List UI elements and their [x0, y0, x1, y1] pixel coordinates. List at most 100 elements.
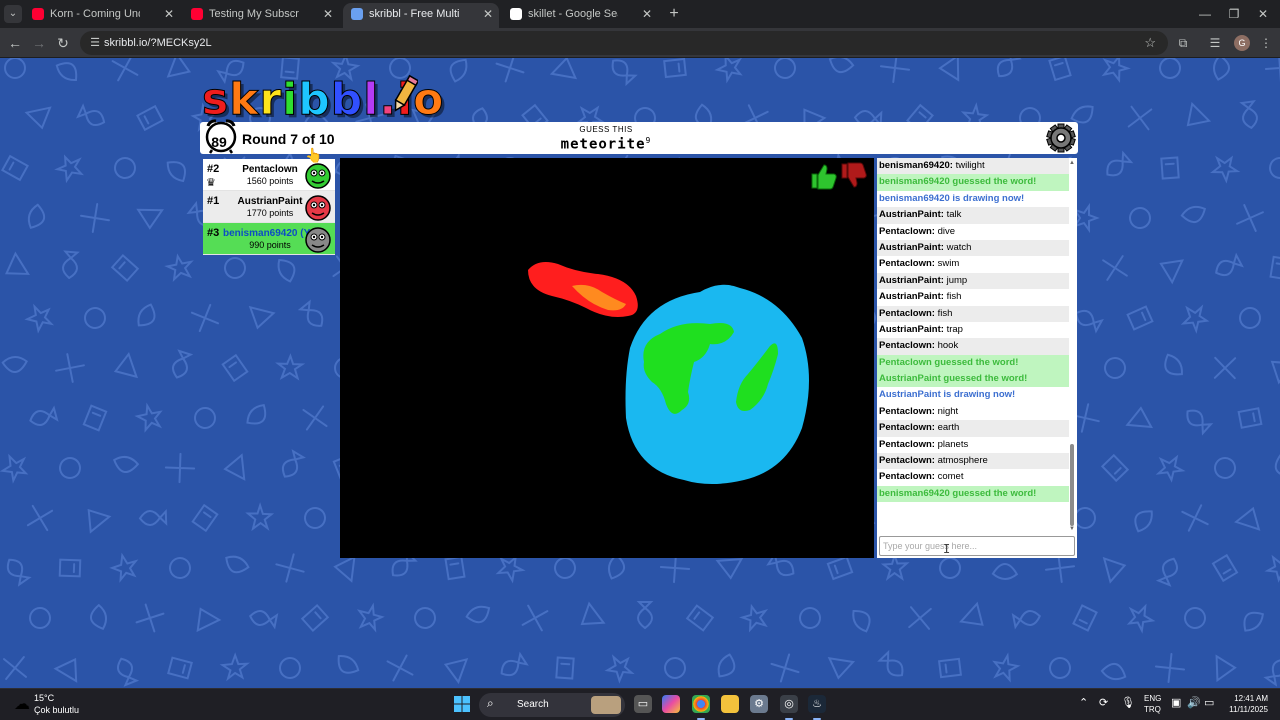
search-icon: ⌕: [487, 696, 494, 710]
chat-scrollbar[interactable]: ▲ ▼: [1069, 160, 1075, 532]
chat-text: fish: [934, 307, 953, 319]
reload-button[interactable]: ↻: [54, 34, 72, 52]
tab-title: Testing My Subscribers' Struggles: [209, 8, 299, 20]
chat-sender: Pentaclown:: [879, 340, 935, 352]
chat-sender: Pentaclown:: [879, 422, 935, 434]
chrome-icon[interactable]: [692, 695, 710, 720]
microphone-icon[interactable]: 🎙: [1121, 696, 1135, 709]
restore-button[interactable]: ❐: [1219, 4, 1249, 24]
windows-start-icon[interactable]: [454, 696, 470, 712]
task-view-icon[interactable]: ▭: [634, 695, 652, 713]
copilot-icon[interactable]: [662, 695, 680, 713]
close-tab-icon[interactable]: ✕: [323, 3, 333, 25]
extensions-icon[interactable]: ⧉: [1174, 34, 1192, 52]
tray-overflow-icon[interactable]: ⌃: [1079, 696, 1088, 709]
chat-sender: AustrianPaint:: [879, 323, 944, 335]
close-tab-icon[interactable]: ✕: [642, 3, 652, 25]
file-explorer-icon[interactable]: [721, 695, 739, 713]
drawing-canvas[interactable]: [340, 158, 874, 558]
game-header-bar: 89 Round 7 of 10 GUESS THIS meteorite9: [200, 119, 1078, 154]
youtube-icon: [191, 8, 203, 20]
browser-tab[interactable]: skillet - Google Search ✕: [502, 3, 658, 28]
taskbar-search[interactable]: ⌕ Search: [479, 693, 625, 717]
site-settings-icon[interactable]: ☰: [88, 36, 102, 50]
chat-text: talk: [943, 209, 962, 221]
thumbs-down-button[interactable]: [841, 162, 867, 188]
earth-ocean: [625, 284, 809, 484]
scroll-down-arrow[interactable]: ▼: [1069, 526, 1075, 532]
forward-button[interactable]: →: [30, 34, 48, 52]
chat-sender: Pentaclown:: [879, 307, 935, 319]
close-window-button[interactable]: ✕: [1248, 4, 1278, 24]
drawing-svg: [528, 162, 867, 484]
close-tab-icon[interactable]: ✕: [483, 3, 493, 25]
browser-tab[interactable]: Testing My Subscribers' Struggles ✕: [183, 3, 339, 28]
thumbs-up-button[interactable]: [811, 164, 837, 190]
tab-title: skillet - Google Search: [528, 8, 618, 20]
word-length: 9: [645, 136, 652, 145]
word-text: meteorite: [560, 136, 646, 153]
chat-message: Pentaclown: hook: [877, 338, 1069, 355]
guess-input[interactable]: [879, 536, 1075, 556]
chat-text: watch: [943, 241, 972, 253]
browser-menu-icon[interactable]: ⋮: [1257, 34, 1275, 52]
chat-message: benisman69420: twilight: [877, 158, 1069, 175]
chat-message: AustrianPaint guessed the word!: [877, 371, 1069, 388]
chat-sender: Pentaclown:: [879, 471, 935, 483]
chat-message: Pentaclown: earth: [877, 420, 1069, 437]
player-avatar: [305, 163, 331, 189]
tab-search-button[interactable]: ⌄: [4, 5, 22, 23]
volume-icon[interactable]: 🔊: [1187, 696, 1201, 709]
chat-text: planets: [934, 438, 969, 450]
chat-message: Pentaclown: dive: [877, 224, 1069, 240]
address-bar[interactable]: ☰ skribbl.io/?MECKsy2L ☆: [80, 31, 1168, 55]
clock-date[interactable]: 11/11/2025: [1222, 705, 1268, 714]
close-tab-icon[interactable]: ✕: [164, 3, 174, 25]
url-text: skribbl.io/?MECKsy2L: [104, 37, 212, 49]
minimize-button[interactable]: —: [1190, 4, 1220, 24]
bookmark-star-icon[interactable]: ☆: [1144, 31, 1156, 55]
text-cursor-icon: I: [943, 542, 951, 556]
chat-sender: AustrianPaint:: [879, 274, 944, 286]
chat-message: benisman69420 guessed the word!: [877, 485, 1069, 503]
clock-time[interactable]: 12:41 AM: [1222, 694, 1268, 703]
round-timer: 89: [211, 134, 227, 150]
network-icon[interactable]: ▣: [1171, 696, 1181, 709]
chat-text: night: [934, 405, 959, 417]
chat-message: Pentaclown: fish: [877, 305, 1069, 322]
new-tab-button[interactable]: +: [664, 4, 684, 24]
browser-tab[interactable]: Korn - Coming Undone - YouTube ✕: [24, 3, 180, 28]
settings-gear-icon[interactable]: [1046, 123, 1076, 153]
language-top[interactable]: ENG: [1144, 694, 1161, 703]
chat-text: dive: [934, 225, 956, 237]
player-list: #2 Pentaclown 1560 points ♛ #1 AustrianPaint 1…: [203, 159, 335, 255]
player-row[interactable]: #3 benisman69420 (You) 990 points: [203, 223, 335, 255]
weather-cloud-icon[interactable]: ☁: [14, 694, 30, 714]
back-button[interactable]: ←: [6, 34, 24, 52]
scroll-up-arrow[interactable]: ▲: [1069, 160, 1075, 166]
scroll-thumb[interactable]: [1070, 444, 1074, 526]
browser-tab[interactable]: skribbl - Free Multiplayer Drawing ✕: [343, 3, 499, 28]
chat-message: AustrianPaint: talk: [877, 207, 1069, 224]
chat-text: jump: [943, 274, 968, 286]
steam-icon[interactable]: ♨: [808, 695, 826, 720]
chat-sender: benisman69420:: [879, 160, 953, 171]
chat-text: earth: [934, 422, 960, 434]
language-bottom[interactable]: TRQ: [1144, 705, 1161, 714]
app-with-badge-icon[interactable]: ◎: [780, 695, 798, 720]
sync-icon[interactable]: ⟳: [1099, 696, 1108, 709]
chat-text: swim: [934, 258, 960, 270]
search-highlight-image: [591, 696, 621, 714]
weather-temperature[interactable]: 15°C: [34, 693, 54, 703]
profile-avatar[interactable]: G: [1234, 35, 1250, 51]
chat-sender: AustrianPaint:: [879, 291, 944, 303]
chat-sender: Pentaclown:: [879, 438, 935, 450]
crown-icon: ♛: [206, 177, 216, 189]
weather-condition[interactable]: Çok bulutlu: [34, 705, 79, 715]
player-row[interactable]: #1 AustrianPaint 1770 points: [203, 191, 335, 223]
battery-icon[interactable]: ▭: [1204, 696, 1214, 709]
media-controls-icon[interactable]: ☰: [1206, 34, 1224, 52]
settings-app-icon[interactable]: ⚙: [750, 695, 768, 713]
chat-message: benisman69420 is drawing now!: [879, 192, 1025, 204]
skribbl-page: skribbl.io 89 Round 7 of 10 GUESS THIS m…: [0, 58, 1280, 688]
